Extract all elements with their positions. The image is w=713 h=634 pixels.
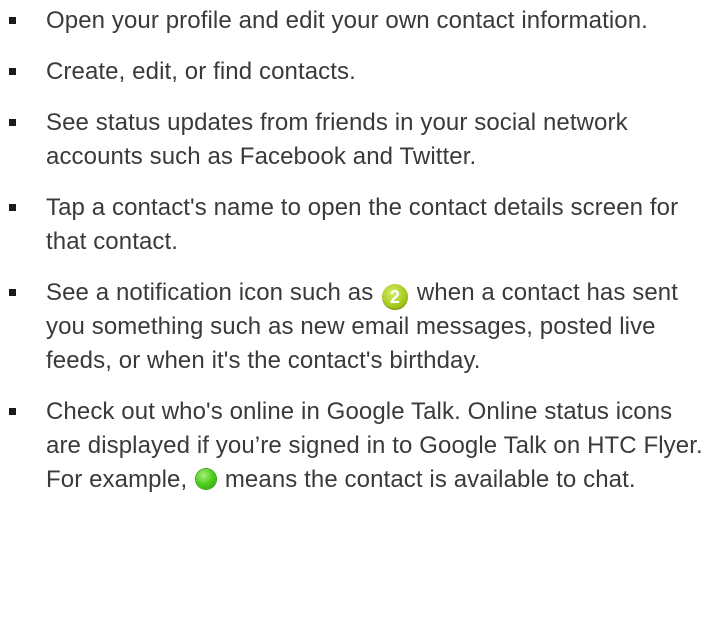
bullet-marker-icon bbox=[9, 68, 16, 75]
feature-bullet-list: Open your profile and edit your own cont… bbox=[0, 4, 713, 514]
list-item: See a notification icon such as 2 when a… bbox=[0, 276, 713, 378]
bullet-marker-icon bbox=[9, 204, 16, 211]
notification-badge-icon: 2 bbox=[382, 284, 409, 310]
bullet-marker-icon bbox=[9, 17, 16, 24]
list-item: Check out who's online in Google Talk. O… bbox=[0, 395, 713, 497]
list-item-text: Create, edit, or find contacts. bbox=[46, 58, 356, 85]
list-item-text: Tap a contact's name to open the contact… bbox=[46, 194, 679, 255]
online-status-icon bbox=[196, 469, 217, 489]
list-item: Open your profile and edit your own cont… bbox=[0, 4, 713, 38]
list-item: See status updates from friends in your … bbox=[0, 106, 713, 174]
bullet-marker-icon bbox=[9, 408, 16, 415]
list-item-text: Open your profile and edit your own cont… bbox=[46, 7, 648, 34]
list-item-text-before: See a notification icon such as bbox=[46, 279, 374, 306]
list-item-text: See status updates from friends in your … bbox=[46, 109, 628, 170]
list-item: Create, edit, or find contacts. bbox=[0, 55, 713, 89]
list-item: Tap a contact's name to open the contact… bbox=[0, 191, 713, 259]
bullet-marker-icon bbox=[9, 289, 16, 296]
list-item-text-after: means the contact is available to chat. bbox=[224, 466, 636, 493]
bullet-marker-icon bbox=[9, 119, 16, 126]
